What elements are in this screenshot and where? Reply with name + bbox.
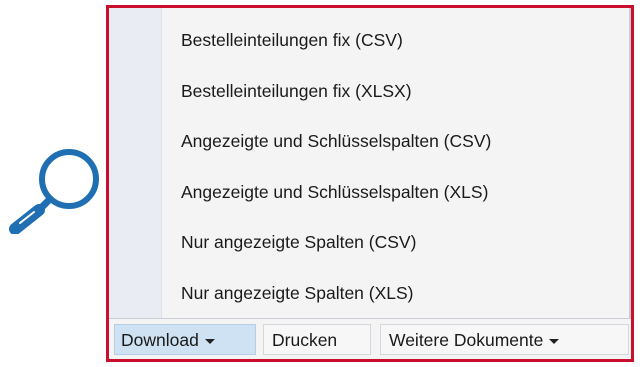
- menu-item-displayed-columns-only-csv[interactable]: Nur angezeigte Spalten (CSV): [109, 217, 631, 268]
- download-dropdown-menu: Bestelleinteilungen fix (CSV) Bestellein…: [109, 8, 631, 318]
- menu-item-order-schedules-fix-xlsx[interactable]: Bestelleinteilungen fix (XLSX): [109, 66, 631, 117]
- caret-down-icon: [204, 338, 215, 344]
- download-button[interactable]: Download: [114, 324, 256, 355]
- menu-item-displayed-and-key-columns-xls[interactable]: Angezeigte und Schlüsselspalten (XLS): [109, 167, 631, 218]
- print-button[interactable]: Drucken: [263, 324, 371, 355]
- menu-item-displayed-and-key-columns-csv[interactable]: Angezeigte und Schlüsselspalten (CSV): [109, 116, 631, 167]
- menu-item-order-schedules-fix-csv[interactable]: Bestelleinteilungen fix (CSV): [109, 15, 631, 66]
- menu-border: [629, 8, 631, 318]
- print-button-label: Drucken: [272, 330, 338, 350]
- download-menu-list: Bestelleinteilungen fix (CSV) Bestellein…: [109, 15, 631, 318]
- document-toolbar: Download Drucken Weitere Dokumente: [109, 318, 631, 359]
- caret-down-icon: [549, 338, 560, 344]
- more-documents-button[interactable]: Weitere Dokumente: [380, 324, 629, 355]
- highlight-frame: Bestelleinteilungen fix (CSV) Bestellein…: [106, 5, 634, 362]
- more-documents-button-label: Weitere Dokumente: [389, 330, 544, 350]
- magnifier-icon: [9, 149, 99, 234]
- screenshot-stage: Bestelleinteilungen fix (CSV) Bestellein…: [0, 0, 642, 367]
- download-button-label: Download: [121, 330, 199, 350]
- menu-item-displayed-columns-only-xls[interactable]: Nur angezeigte Spalten (XLS): [109, 268, 631, 319]
